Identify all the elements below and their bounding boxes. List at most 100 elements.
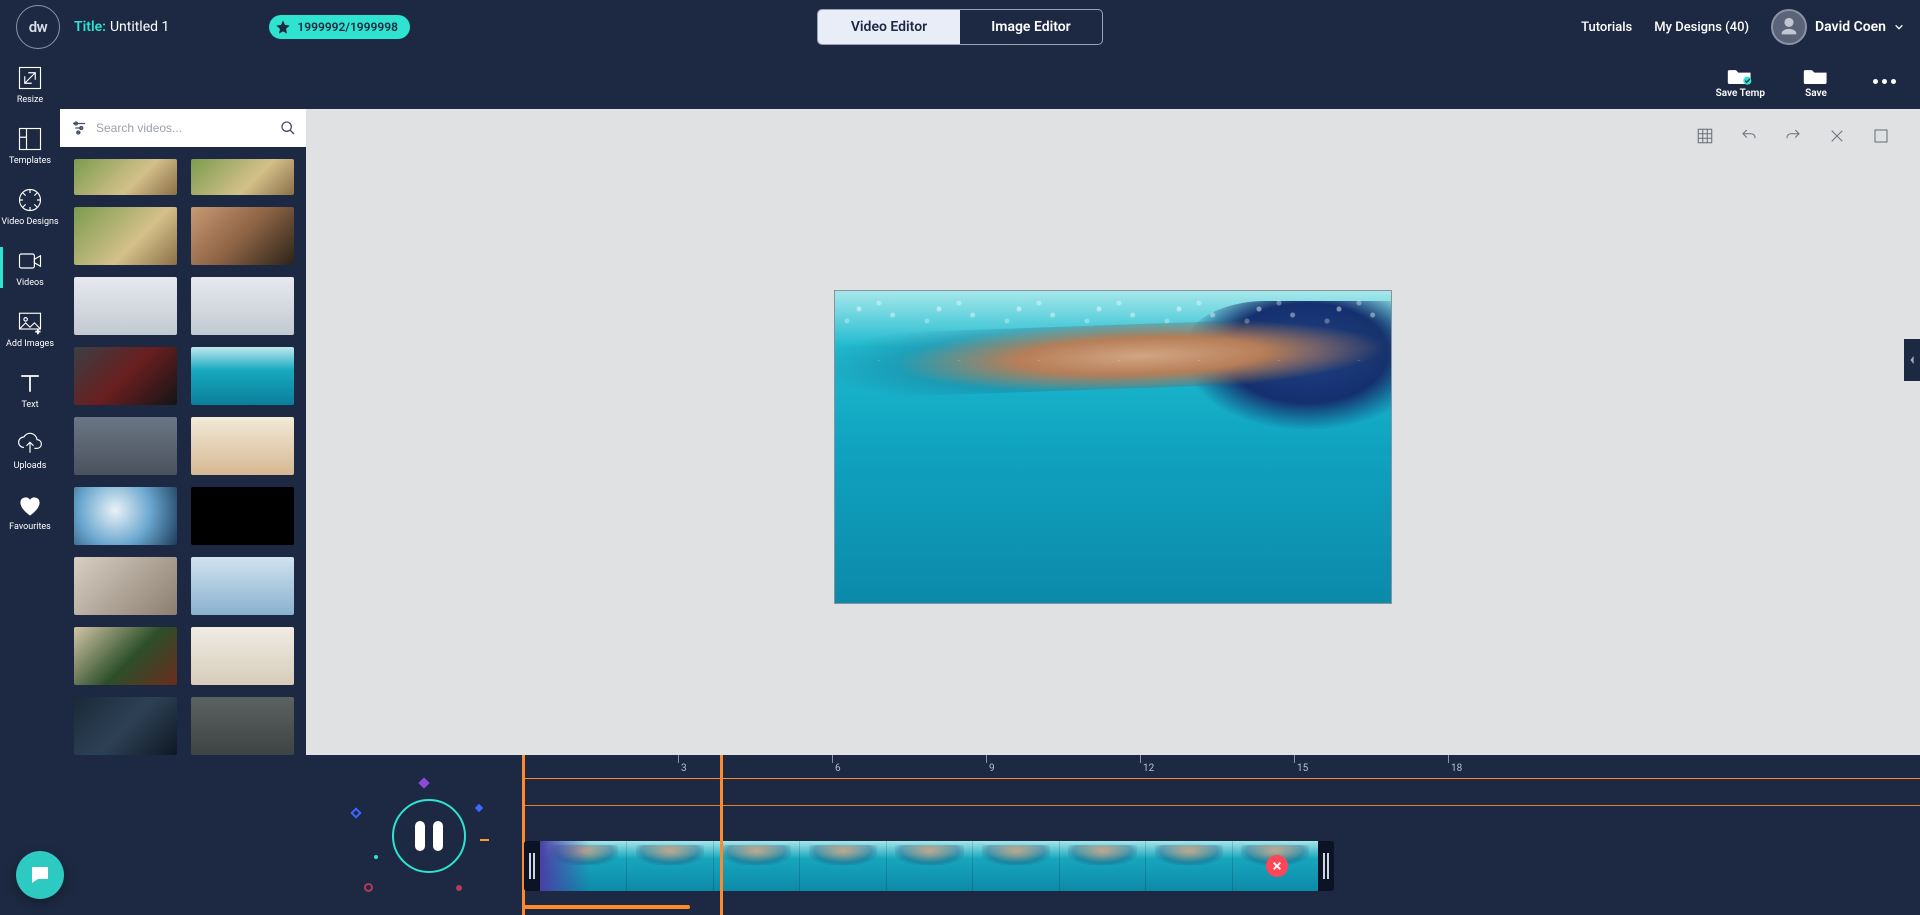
close-icon [1272, 861, 1282, 871]
text-icon [16, 369, 44, 397]
my-designs-link[interactable]: My Designs (40) [1654, 20, 1749, 35]
credits-badge[interactable]: 1999992/1999998 [269, 15, 410, 39]
more-menu-button[interactable] [1867, 79, 1902, 84]
timeline-clip[interactable] [524, 841, 1334, 891]
pause-icon [415, 821, 443, 851]
video-thumb[interactable] [74, 417, 177, 475]
redo-icon[interactable] [1784, 127, 1802, 145]
chevron-left-icon [1908, 354, 1916, 366]
add-images-icon [16, 308, 44, 336]
ruler-line [522, 805, 1920, 806]
work-column: 3 6 9 12 15 18 [306, 109, 1920, 915]
filter-icon[interactable] [70, 119, 88, 137]
search-input[interactable] [96, 121, 272, 135]
folder-check-icon [1727, 65, 1753, 85]
video-thumbs-grid [74, 159, 294, 755]
clip-delete-button[interactable] [1266, 855, 1288, 877]
tool-add-images[interactable]: Add Images [0, 298, 60, 359]
timeline-ruler[interactable]: 3 6 9 12 15 18 [522, 755, 1920, 779]
decoration [350, 807, 361, 818]
tool-strip: Resize Templates Video Designs Videos Ad… [0, 109, 60, 915]
tool-resize[interactable]: Resize [0, 54, 60, 115]
folder-icon [1803, 65, 1829, 85]
clip-frame [713, 841, 799, 891]
fullscreen-icon[interactable] [1872, 127, 1890, 145]
avatar [1771, 9, 1807, 45]
clip-handle-right[interactable] [1318, 841, 1334, 891]
timeline-scrollbar[interactable] [524, 905, 690, 909]
person-icon [1778, 16, 1800, 38]
user-name: David Coen [1815, 19, 1886, 35]
tool-text[interactable]: Text [0, 359, 60, 420]
timeline-playhead[interactable] [720, 755, 723, 915]
video-thumb[interactable] [191, 557, 294, 615]
grid-icon[interactable] [1696, 127, 1714, 145]
main-content: Resize Templates Video Designs Videos Ad… [0, 109, 1920, 915]
decoration [475, 804, 483, 812]
title-label: Title: [74, 19, 106, 35]
video-thumb[interactable] [191, 207, 294, 265]
top-header: dw Title: Untitled 1 1999992/1999998 Vid… [0, 0, 1920, 54]
video-thumb[interactable] [74, 159, 177, 195]
chat-icon [28, 863, 52, 887]
preview-graphic [835, 291, 1391, 361]
video-thumb[interactable] [74, 207, 177, 265]
video-thumb[interactable] [191, 417, 294, 475]
decoration [374, 855, 378, 859]
tool-favourites[interactable]: Favourites [0, 481, 60, 542]
tool-uploads[interactable]: Uploads [0, 420, 60, 481]
undo-icon[interactable] [1740, 127, 1758, 145]
video-thumb[interactable] [74, 627, 177, 685]
tool-videos[interactable]: Videos [0, 237, 60, 298]
canvas-tools [1696, 127, 1890, 145]
clip-handle-left[interactable] [524, 841, 540, 891]
templates-icon [16, 125, 44, 153]
video-thumb[interactable] [191, 627, 294, 685]
close-icon[interactable] [1828, 127, 1846, 145]
app-logo[interactable]: dw [16, 5, 60, 49]
uploads-icon [16, 430, 44, 458]
video-browser-panel [60, 109, 306, 915]
video-thumb[interactable] [74, 277, 177, 335]
user-menu[interactable]: David Coen [1771, 9, 1904, 45]
clip-frame [799, 841, 885, 891]
video-editor-tab[interactable]: Video Editor [818, 10, 960, 44]
video-thumbs-scroll[interactable] [60, 147, 306, 915]
tool-templates[interactable]: Templates [0, 115, 60, 176]
search-icon[interactable] [280, 120, 296, 136]
save-temp-button[interactable]: Save Temp [1716, 65, 1765, 99]
image-editor-tab[interactable]: Image Editor [960, 10, 1102, 44]
video-thumb[interactable] [191, 277, 294, 335]
chat-button[interactable] [16, 851, 64, 899]
video-thumb[interactable] [191, 159, 294, 195]
video-thumb[interactable] [191, 347, 294, 405]
chevron-down-icon [1894, 22, 1904, 32]
search-row [60, 109, 306, 147]
video-thumb[interactable] [74, 557, 177, 615]
video-thumb[interactable] [74, 697, 177, 755]
video-thumb[interactable] [74, 347, 177, 405]
clip-body [540, 841, 1318, 891]
title-value: Untitled 1 [110, 19, 169, 35]
decoration [480, 839, 489, 841]
timeline-start-marker[interactable] [522, 755, 525, 915]
video-preview-frame[interactable] [834, 290, 1392, 604]
decoration [418, 777, 429, 788]
clip-frame [540, 841, 626, 891]
right-panel-toggle[interactable] [1904, 339, 1920, 381]
video-thumb[interactable] [191, 487, 294, 545]
video-thumb[interactable] [74, 487, 177, 545]
tool-video-designs[interactable]: Video Designs [0, 176, 60, 237]
save-button[interactable]: Save [1803, 65, 1829, 99]
credits-value: 1999992/1999998 [297, 20, 398, 34]
play-pause-button[interactable] [392, 799, 466, 873]
tutorials-link[interactable]: Tutorials [1581, 20, 1632, 35]
star-icon [275, 19, 291, 35]
editor-mode-toggle: Video Editor Image Editor [817, 9, 1103, 45]
video-thumb[interactable] [191, 697, 294, 755]
project-title[interactable]: Title: Untitled 1 [74, 19, 169, 35]
clip-frame [972, 841, 1058, 891]
resize-icon [16, 64, 44, 92]
logo-text: dw [29, 18, 48, 36]
clip-frame [1145, 841, 1231, 891]
